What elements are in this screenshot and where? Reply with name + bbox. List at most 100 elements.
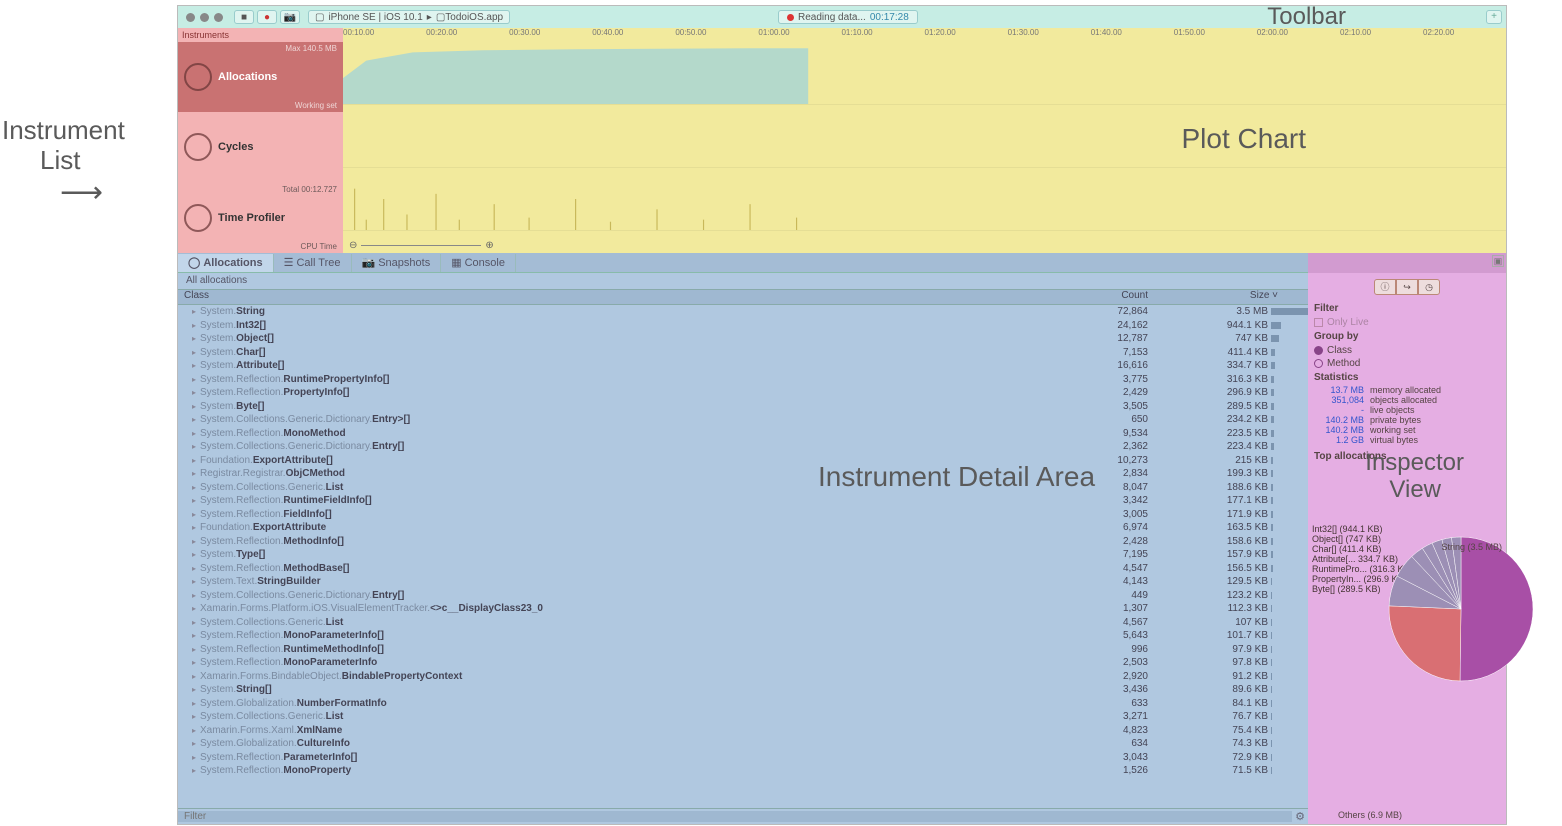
disclosure-icon[interactable]: ▸ xyxy=(192,415,200,424)
table-row[interactable]: ▸ System.Char[] 7,153 411.4 KB xyxy=(178,346,1308,360)
disclosure-icon[interactable]: ▸ xyxy=(192,456,200,465)
disclosure-icon[interactable]: ▸ xyxy=(192,604,200,613)
table-row[interactable]: ▸ System.Reflection.MethodInfo[] 2,428 1… xyxy=(178,535,1308,549)
disclosure-icon[interactable]: ▸ xyxy=(192,699,200,708)
header-class[interactable]: Class xyxy=(178,290,1028,304)
disclosure-icon[interactable]: ▸ xyxy=(192,753,200,762)
expand-inspector-icon[interactable]: ▣ xyxy=(1492,255,1504,267)
table-row[interactable]: ▸ System.Reflection.RuntimePropertyInfo[… xyxy=(178,373,1308,387)
table-row[interactable]: ▸ System.Reflection.MonoMethod 9,534 223… xyxy=(178,427,1308,441)
table-row[interactable]: ▸ System.Reflection.RuntimeMethodInfo[] … xyxy=(178,643,1308,657)
cycles-track[interactable] xyxy=(343,105,1506,168)
table-row[interactable]: ▸ System.Reflection.ParameterInfo[] 3,04… xyxy=(178,751,1308,765)
table-row[interactable]: ▸ System.String 72,864 3.5 MB xyxy=(178,305,1308,319)
disclosure-icon[interactable]: ▸ xyxy=(192,469,200,478)
instrument-time-profiler[interactable]: Time Profiler Total 00:12.727 CPU Time xyxy=(178,183,343,253)
disclosure-icon[interactable]: ▸ xyxy=(192,712,200,721)
zoom-in-icon[interactable]: ⊕ xyxy=(485,240,493,251)
target-selector[interactable]: ▢ iPhone SE | iOS 10.1 ▸ ▢ TodoiOS.app xyxy=(308,10,510,24)
disclosure-icon[interactable]: ▸ xyxy=(192,348,200,357)
table-row[interactable]: ▸ System.Collections.Generic.Dictionary.… xyxy=(178,413,1308,427)
tab-allocations[interactable]: ◯Allocations xyxy=(178,254,274,272)
table-row[interactable]: ▸ Foundation.ExportAttribute 6,974 163.5… xyxy=(178,521,1308,535)
tab-snapshots[interactable]: 📷Snapshots xyxy=(352,254,442,272)
header-count[interactable]: Count xyxy=(1028,290,1158,304)
table-row[interactable]: ▸ System.Reflection.RuntimeFieldInfo[] 3… xyxy=(178,494,1308,508)
table-row[interactable]: ▸ System.Reflection.MonoProperty 1,526 7… xyxy=(178,764,1308,778)
disclosure-icon[interactable]: ▸ xyxy=(192,672,200,681)
table-row[interactable]: ▸ System.Object[] 12,787 747 KB xyxy=(178,332,1308,346)
table-row[interactable]: ▸ System.Reflection.MonoParameterInfo 2,… xyxy=(178,656,1308,670)
disclosure-icon[interactable]: ▸ xyxy=(192,726,200,735)
minimize-icon[interactable] xyxy=(200,13,209,22)
table-row[interactable]: ▸ System.Reflection.MethodBase[] 4,547 1… xyxy=(178,562,1308,576)
table-row[interactable]: ▸ System.Attribute[] 16,616 334.7 KB xyxy=(178,359,1308,373)
table-row[interactable]: ▸ System.Reflection.MonoParameterInfo[] … xyxy=(178,629,1308,643)
disclosure-icon[interactable]: ▸ xyxy=(192,321,200,330)
zoom-icon[interactable] xyxy=(214,13,223,22)
add-instrument-button[interactable]: + xyxy=(1486,10,1502,24)
inspector-forward-icon[interactable]: ↪ xyxy=(1396,279,1418,295)
table-row[interactable]: ▸ Xamarin.Forms.Platform.iOS.VisualEleme… xyxy=(178,602,1308,616)
instrument-cycles[interactable]: Cycles xyxy=(178,112,343,182)
disclosure-icon[interactable]: ▸ xyxy=(192,766,200,775)
window-controls[interactable] xyxy=(186,13,223,22)
filter-input[interactable] xyxy=(178,811,1292,822)
table-row[interactable]: ▸ System.Globalization.NumberFormatInfo … xyxy=(178,697,1308,711)
table-row[interactable]: ▸ Xamarin.Forms.BindableObject.BindableP… xyxy=(178,670,1308,684)
table-row[interactable]: ▸ System.Collections.Generic.List 4,567 … xyxy=(178,616,1308,630)
snapshot-button[interactable]: 📷 xyxy=(280,10,300,24)
groupby-class[interactable]: Class xyxy=(1308,344,1506,357)
settings-icon[interactable]: ⚙ xyxy=(1292,810,1308,823)
disclosure-icon[interactable]: ▸ xyxy=(192,496,200,505)
table-row[interactable]: ▸ System.Reflection.FieldInfo[] 3,005 17… xyxy=(178,508,1308,522)
zoom-controls[interactable]: ⊖ ⊕ xyxy=(349,240,494,251)
header-size[interactable]: Size ˅ xyxy=(1158,290,1308,304)
table-row[interactable]: ▸ System.Reflection.PropertyInfo[] 2,429… xyxy=(178,386,1308,400)
record-button[interactable]: ● xyxy=(257,10,277,24)
table-row[interactable]: ▸ System.Collections.Generic.Dictionary.… xyxy=(178,589,1308,603)
table-row[interactable]: ▸ System.Globalization.CultureInfo 634 7… xyxy=(178,737,1308,751)
disclosure-icon[interactable]: ▸ xyxy=(192,510,200,519)
disclosure-icon[interactable]: ▸ xyxy=(192,388,200,397)
disclosure-icon[interactable]: ▸ xyxy=(192,564,200,573)
inspector-info-icon[interactable]: ⓘ xyxy=(1374,279,1396,295)
allocations-track[interactable] xyxy=(343,42,1506,105)
table-row[interactable]: ▸ System.Byte[] 3,505 289.5 KB xyxy=(178,400,1308,414)
disclosure-icon[interactable]: ▸ xyxy=(192,523,200,532)
disclosure-icon[interactable]: ▸ xyxy=(192,577,200,586)
disclosure-icon[interactable]: ▸ xyxy=(192,739,200,748)
disclosure-icon[interactable]: ▸ xyxy=(192,550,200,559)
zoom-out-icon[interactable]: ⊖ xyxy=(349,240,357,251)
disclosure-icon[interactable]: ▸ xyxy=(192,442,200,451)
stop-button[interactable]: ■ xyxy=(234,10,254,24)
disclosure-icon[interactable]: ▸ xyxy=(192,685,200,694)
close-icon[interactable] xyxy=(186,13,195,22)
only-live-checkbox[interactable]: Only Live xyxy=(1308,316,1506,329)
disclosure-icon[interactable]: ▸ xyxy=(192,402,200,411)
table-row[interactable]: ▸ Xamarin.Forms.Xaml.XmlName 4,823 75.4 … xyxy=(178,724,1308,738)
tab-console[interactable]: ▦Console xyxy=(441,254,516,272)
disclosure-icon[interactable]: ▸ xyxy=(192,537,200,546)
table-row[interactable]: ▸ Foundation.ExportAttribute[] 10,273 21… xyxy=(178,454,1308,468)
disclosure-icon[interactable]: ▸ xyxy=(192,375,200,384)
table-row[interactable]: ▸ Registrar.Registrar.ObjCMethod 2,834 1… xyxy=(178,467,1308,481)
groupby-method[interactable]: Method xyxy=(1308,357,1506,370)
disclosure-icon[interactable]: ▸ xyxy=(192,334,200,343)
inspector-clock-icon[interactable]: ◷ xyxy=(1418,279,1440,295)
disclosure-icon[interactable]: ▸ xyxy=(192,307,200,316)
disclosure-icon[interactable]: ▸ xyxy=(192,618,200,627)
disclosure-icon[interactable]: ▸ xyxy=(192,361,200,370)
profiler-track[interactable] xyxy=(343,168,1506,231)
tab-call-tree[interactable]: ☰Call Tree xyxy=(274,254,352,272)
disclosure-icon[interactable]: ▸ xyxy=(192,645,200,654)
table-row[interactable]: ▸ System.Int32[] 24,162 944.1 KB xyxy=(178,319,1308,333)
table-row[interactable]: ▸ System.Text.StringBuilder 4,143 129.5 … xyxy=(178,575,1308,589)
table-row[interactable]: ▸ System.Collections.Generic.List 3,271 … xyxy=(178,710,1308,724)
detail-scope[interactable]: All allocations xyxy=(178,273,1308,289)
disclosure-icon[interactable]: ▸ xyxy=(192,658,200,667)
instrument-allocations[interactable]: Allocations Max 140.5 MB Working set xyxy=(178,42,343,112)
disclosure-icon[interactable]: ▸ xyxy=(192,631,200,640)
table-row[interactable]: ▸ System.String[] 3,436 89.6 KB xyxy=(178,683,1308,697)
disclosure-icon[interactable]: ▸ xyxy=(192,591,200,600)
